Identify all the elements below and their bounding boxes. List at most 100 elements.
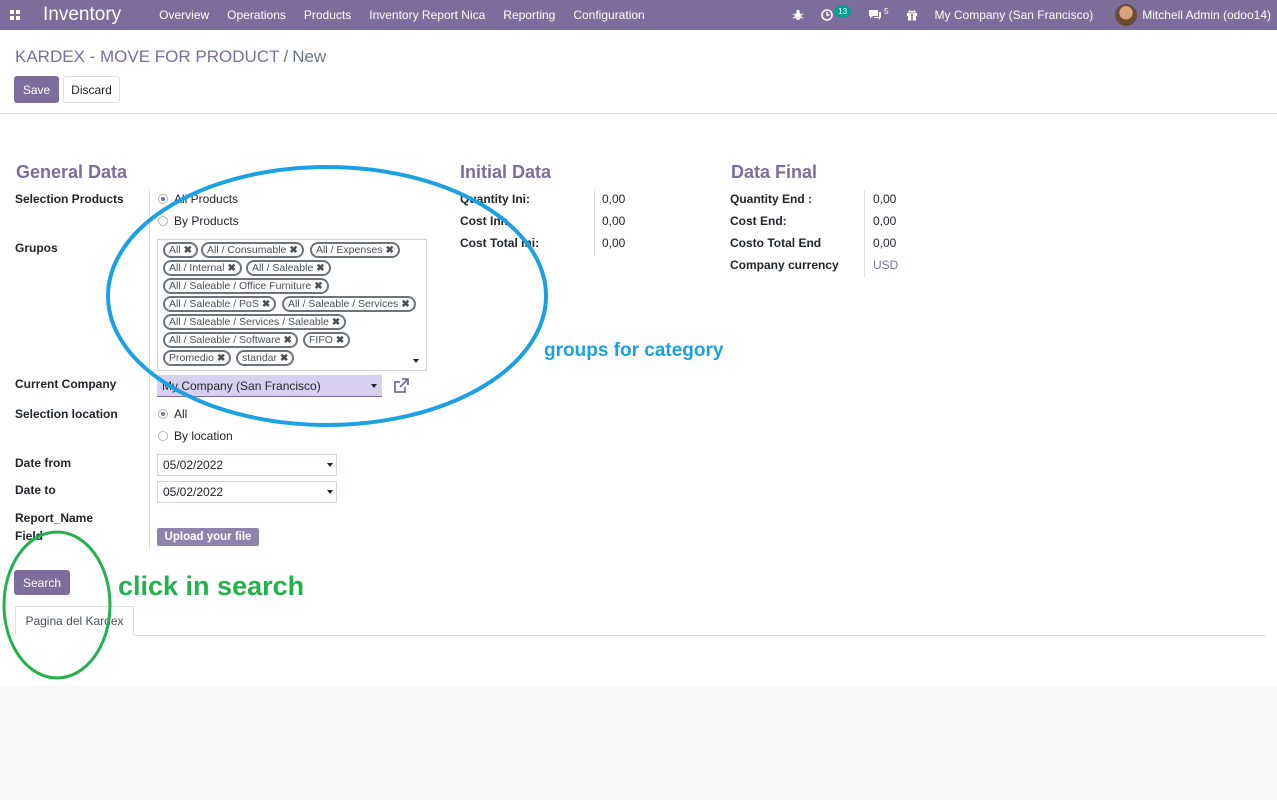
menu-overview[interactable]: Overview — [159, 8, 209, 22]
tag-remove-icon[interactable]: ✖ — [289, 245, 297, 256]
menu-products[interactable]: Products — [304, 8, 351, 22]
apps-menu-icon[interactable] — [0, 0, 30, 30]
tabs-underline — [15, 635, 1266, 636]
grupos-label: Grupos — [15, 241, 58, 255]
company-currency-value[interactable]: USD — [873, 258, 898, 272]
tag-promedio-label: Promedio — [169, 352, 214, 364]
date-from-input[interactable]: 05/02/2022 — [157, 454, 337, 476]
tag-remove-icon[interactable]: ✖ — [184, 245, 192, 256]
chevron-down-icon[interactable] — [327, 490, 333, 494]
selection-location-label: Selection location — [15, 407, 118, 421]
radio-by-location[interactable]: By location — [158, 429, 233, 443]
radio-by-products-circle[interactable] — [158, 216, 168, 226]
date-to-label: Date to — [15, 483, 56, 497]
chevron-down-icon[interactable] — [413, 359, 419, 363]
cost-end-value: 0,00 — [873, 214, 897, 228]
gift-icon[interactable] — [906, 9, 918, 21]
breadcrumb-current: New — [292, 47, 327, 66]
tag-all-expenses-label: All / Expenses — [316, 244, 383, 256]
user-menu[interactable]: Mitchell Admin (odoo14) — [1142, 8, 1271, 22]
debug-bug-icon[interactable] — [792, 9, 804, 21]
radio-location-all-label: All — [174, 407, 188, 421]
radio-all-products[interactable]: All Products — [158, 192, 238, 206]
save-button[interactable]: Save — [14, 76, 59, 103]
grupos-tags-input[interactable]: All ✖ All / Consumable ✖ All / Expenses ✖ A… — [157, 239, 427, 371]
tag-saleable-software-label: All / Saleable / Software — [169, 334, 281, 346]
cost-ini-label: Cost Ini: — [460, 214, 508, 228]
tag-saleable-services-label: All / Saleable / Services — [288, 298, 399, 310]
upload-file-button[interactable]: Upload your file — [157, 528, 259, 546]
tag-all: All ✖ — [163, 242, 199, 258]
general-data-title: General Data — [16, 162, 128, 182]
tag-remove-icon[interactable]: ✖ — [401, 299, 409, 310]
tag-remove-icon[interactable]: ✖ — [227, 263, 235, 274]
chevron-down-icon[interactable] — [327, 463, 333, 467]
tag-saleable-pos: All / Saleable / PoS ✖ — [163, 296, 277, 312]
breadcrumb-separator: / — [283, 47, 289, 66]
tag-all-label: All — [169, 244, 181, 256]
top-navbar: Inventory Overview Operations Products I… — [0, 0, 1277, 30]
cost-total-ini-label: Cost Total Ini: — [460, 236, 540, 250]
messages-chat-icon[interactable]: 5 — [868, 7, 889, 21]
menu-operations[interactable]: Operations — [227, 8, 286, 22]
tab-pagina-del-kardex[interactable]: Pagina del Kardex — [15, 606, 134, 636]
menu-reporting[interactable]: Reporting — [503, 8, 555, 22]
external-link-icon[interactable] — [392, 377, 410, 395]
date-from-value: 05/02/2022 — [163, 458, 224, 472]
tag-standar-label: standar — [242, 352, 278, 364]
cost-ini-value: 0,00 — [602, 214, 626, 228]
costo-total-end-value: 0,00 — [873, 236, 897, 250]
radio-by-products[interactable]: By Products — [158, 214, 239, 228]
menu-inventory-report-nica[interactable]: Inventory Report Nica — [369, 8, 485, 22]
selection-products-label: Selection Products — [15, 192, 124, 206]
quantity-end-value: 0,00 — [873, 192, 897, 206]
radio-all-products-circle[interactable] — [158, 194, 168, 204]
tag-all-saleable: All / Saleable ✖ — [246, 260, 331, 276]
tag-saleable-office-furniture: All / Saleable / Office Furniture ✖ — [163, 278, 329, 294]
menu-configuration[interactable]: Configuration — [573, 8, 644, 22]
tag-remove-icon[interactable]: ✖ — [262, 299, 270, 310]
radio-by-location-circle[interactable] — [158, 431, 168, 441]
date-to-value: 05/02/2022 — [163, 485, 224, 499]
tag-remove-icon[interactable]: ✖ — [386, 245, 394, 256]
tag-remove-icon[interactable]: ✖ — [316, 263, 324, 274]
radio-by-products-label: By Products — [174, 214, 239, 228]
company-select[interactable]: My Company (San Francisco) — [157, 375, 382, 397]
tag-saleable-services: All / Saleable / Services ✖ — [282, 296, 416, 312]
tag-saleable-pos-label: All / Saleable / PoS — [169, 298, 259, 310]
radio-by-location-label: By location — [174, 429, 233, 443]
annotation-groups-text: groups for category — [544, 340, 724, 361]
company-select-value: My Company (San Francisco) — [162, 378, 321, 393]
control-panel: KARDEX - MOVE FOR PRODUCT / New Save Disca… — [0, 30, 1277, 114]
tag-remove-icon[interactable]: ✖ — [314, 281, 322, 292]
tag-saleable-services-saleable: All / Saleable / Services / Saleable ✖ — [163, 314, 347, 330]
initial-divider — [594, 190, 595, 256]
initial-data-title: Initial Data — [460, 162, 552, 182]
app-title[interactable]: Inventory — [43, 4, 121, 26]
search-button[interactable]: Search — [14, 570, 70, 595]
general-divider — [149, 190, 150, 550]
activity-clock-icon[interactable]: 13 — [821, 5, 852, 21]
quantity-end-label: Quantity End : — [730, 192, 812, 206]
tag-all-internal: All / Internal ✖ — [163, 260, 242, 276]
radio-location-all[interactable]: All — [158, 407, 187, 421]
tag-remove-icon[interactable]: ✖ — [332, 317, 340, 328]
date-to-input[interactable]: 05/02/2022 — [157, 481, 337, 503]
tag-remove-icon[interactable]: ✖ — [217, 353, 225, 364]
tag-fifo: FIFO ✖ — [303, 332, 351, 348]
tag-all-consumable-label: All / Consumable — [207, 244, 287, 256]
quantity-ini-value: 0,00 — [602, 192, 626, 206]
tag-remove-icon[interactable]: ✖ — [283, 335, 291, 346]
chevron-down-icon[interactable] — [371, 384, 377, 388]
breadcrumb-parent[interactable]: KARDEX - MOVE FOR PRODUCT — [15, 47, 279, 66]
company-switcher[interactable]: My Company (San Francisco) — [935, 8, 1094, 22]
user-avatar[interactable] — [1115, 4, 1138, 26]
tag-remove-icon[interactable]: ✖ — [280, 353, 288, 364]
tag-standar: standar ✖ — [236, 350, 295, 366]
company-currency-label: Company currency — [730, 258, 839, 272]
activity-count-badge: 13 — [834, 5, 852, 17]
tag-remove-icon[interactable]: ✖ — [336, 335, 344, 346]
discard-button[interactable]: Discard — [63, 76, 120, 103]
radio-location-all-circle[interactable] — [158, 409, 168, 419]
cost-total-ini-value: 0,00 — [602, 236, 626, 250]
